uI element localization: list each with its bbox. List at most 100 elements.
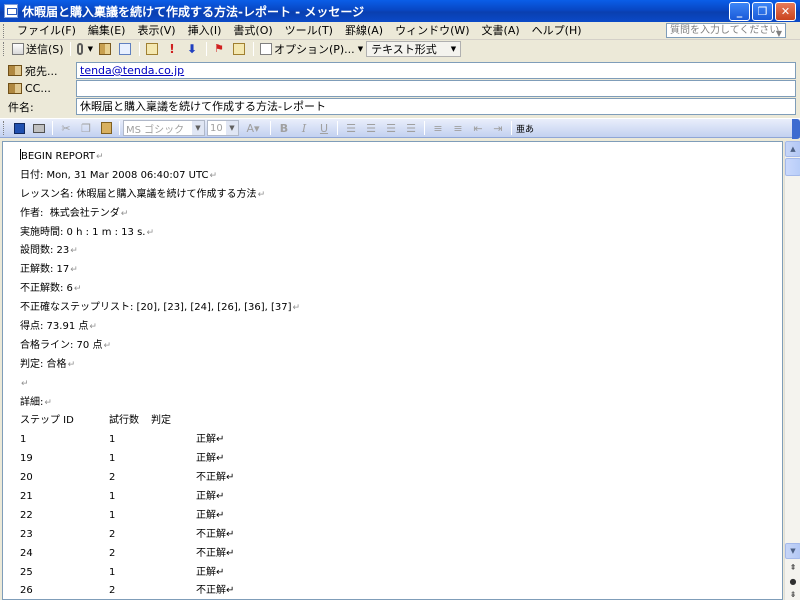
menu-window[interactable]: ウィンドウ(W) (389, 22, 475, 40)
options-icon (259, 43, 272, 55)
bold-button[interactable]: B (275, 120, 293, 136)
paragraph-mark: ↵ (96, 152, 104, 162)
subject-field[interactable]: 休暇届と購入稟議を続けて作成する方法-レポート (76, 98, 796, 115)
print-button[interactable] (30, 120, 48, 136)
step-row: 25 1 正解 ↵ (20, 564, 300, 583)
align-right-button[interactable]: ☰ (382, 120, 400, 136)
flag-icon: ⚑ (214, 42, 224, 55)
chevron-down-icon: ▼ (450, 45, 457, 53)
menu-tools[interactable]: ツール(T) (279, 22, 339, 40)
help-placeholder: 質問を入力してください (670, 25, 780, 36)
body-line-text: 設問数: 23 (20, 245, 70, 257)
scroll-thumb[interactable] (785, 158, 800, 176)
step-result-cell: 不正解 (196, 547, 226, 559)
envelope-button[interactable] (143, 41, 163, 57)
increase-indent-button[interactable]: ⇥ (489, 120, 507, 136)
cc-button[interactable]: CC... (0, 82, 74, 95)
step-id-cell: 25 (20, 566, 33, 578)
menu-insert[interactable]: 挿入(I) (182, 22, 228, 40)
message-format-value: テキスト形式 (371, 43, 437, 56)
paste-button[interactable] (97, 120, 115, 136)
paste-icon (100, 122, 112, 134)
font-name-select[interactable]: MS ゴシック ▼ (123, 120, 205, 136)
menu-help[interactable]: ヘルプ(H) (526, 22, 588, 40)
decrease-indent-button[interactable]: ⇤ (469, 120, 487, 136)
cc-label: CC... (25, 82, 51, 95)
help-question-input[interactable]: 質問を入力してください ▼ (666, 23, 786, 38)
paragraph-mark: ↵ (226, 528, 235, 540)
message-format-select[interactable]: テキスト形式 ▼ (366, 41, 462, 57)
save-button[interactable] (10, 120, 28, 136)
paragraph-mark: ↵ (216, 566, 225, 578)
justify-icon: ☰ (406, 121, 416, 135)
step-id-cell: 26 (20, 585, 33, 597)
menu-table[interactable]: 罫線(A) (339, 22, 389, 40)
attach-button[interactable]: ▼ (74, 41, 96, 57)
next-page-button[interactable]: ⇟ (785, 587, 800, 600)
menu-edit[interactable]: 編集(E) (82, 22, 132, 40)
print-icon (33, 123, 45, 133)
menu-format[interactable]: 書式(O) (227, 22, 278, 40)
step-tries-cell: 1 (109, 566, 116, 578)
justify-button[interactable]: ☰ (402, 120, 420, 136)
paragraph-mark: ↵ (67, 359, 76, 370)
previous-page-button[interactable]: ⇞ (785, 560, 800, 574)
scroll-up-arrow[interactable]: ▲ (785, 141, 800, 157)
chevron-down-icon[interactable]: ▼ (776, 27, 782, 40)
numbering-button[interactable]: ≡ (429, 120, 447, 136)
toolbar-separator (138, 42, 140, 56)
high-importance-button[interactable]: ! (163, 41, 183, 57)
step-result-wrap: 正解 ↵ (196, 431, 224, 450)
formatting-toolbar: ✂ ❐ MS ゴシック ▼ 10 ▼ A▾ B I U ☰ ☰ ☰ ☰ ≡ ≡ … (0, 118, 800, 139)
underline-button[interactable]: U (315, 120, 333, 136)
font-size-value: 10 (210, 122, 223, 134)
align-center-button[interactable]: ☰ (362, 120, 380, 136)
toolbar-grip[interactable] (3, 42, 6, 56)
check-names-button[interactable] (116, 41, 136, 57)
step-tries-cell: 1 (109, 509, 116, 521)
phonetic-guide-button[interactable]: 亜あ (516, 120, 534, 136)
menu-view[interactable]: 表示(V) (131, 22, 181, 40)
paragraph-mark: ↵ (44, 397, 52, 408)
minimize-button[interactable]: _ (729, 1, 750, 21)
message-body[interactable]: BEGIN REPORT↵ 日付: Mon, 31 Mar 2008 06:40:… (2, 141, 783, 600)
menu-document[interactable]: 文書(A) (476, 22, 526, 40)
body-line: BEGIN REPORT↵ (20, 148, 300, 167)
copy-button[interactable]: ❐ (77, 120, 95, 136)
vertical-scrollbar[interactable]: ▲ ▼ ⇞ ● ⇟ (784, 141, 800, 600)
step-result-wrap: 正解 ↵ (196, 450, 224, 469)
close-button[interactable]: ✕ (775, 1, 796, 21)
step-header-cell: 試行数 (109, 415, 139, 427)
step-header-cell: 判定 (151, 415, 171, 427)
align-left-button[interactable]: ☰ (342, 120, 360, 136)
body-line-text: 日付: Mon, 31 Mar 2008 06:40:07 UTC (20, 169, 209, 181)
toolbar-grip[interactable] (3, 121, 6, 135)
to-field[interactable]: tenda@tenda.co.jp (76, 62, 796, 79)
cut-button[interactable]: ✂ (57, 120, 75, 136)
font-color-button[interactable]: A▾ (240, 120, 266, 136)
permission-button[interactable] (230, 41, 250, 57)
paragraph-mark: ↵ (70, 246, 78, 257)
address-book-button[interactable] (96, 41, 116, 57)
body-line: 得点: 73.91 点↵ (20, 318, 300, 337)
flag-button[interactable]: ⚑ (210, 41, 230, 57)
scroll-down-arrow[interactable]: ▼ (785, 543, 800, 559)
bullets-button[interactable]: ≡ (449, 120, 467, 136)
step-result-cell: 不正解 (196, 472, 226, 484)
options-button[interactable]: オプション(P)... ▼ (257, 41, 366, 57)
menu-grip[interactable] (3, 23, 6, 38)
to-button[interactable]: 宛先... (0, 63, 74, 79)
paragraph-mark: ↵ (226, 547, 235, 559)
toolbar-options-button[interactable] (792, 119, 800, 139)
body-line-text: 判定: 合格 (20, 358, 67, 370)
maximize-button[interactable]: ❐ (752, 1, 773, 21)
send-button[interactable]: 送信(S) (9, 41, 67, 57)
low-importance-button[interactable]: ⬇ (183, 41, 203, 57)
body-line: 日付: Mon, 31 Mar 2008 06:40:07 UTC↵ (20, 167, 300, 186)
step-result-wrap: 不正解 ↵ (196, 526, 234, 545)
menu-file[interactable]: ファイル(F) (11, 22, 82, 40)
cc-field[interactable] (76, 80, 796, 97)
italic-button[interactable]: I (295, 120, 313, 136)
select-browse-object-button[interactable]: ● (785, 574, 800, 588)
font-size-select[interactable]: 10 ▼ (207, 120, 239, 136)
